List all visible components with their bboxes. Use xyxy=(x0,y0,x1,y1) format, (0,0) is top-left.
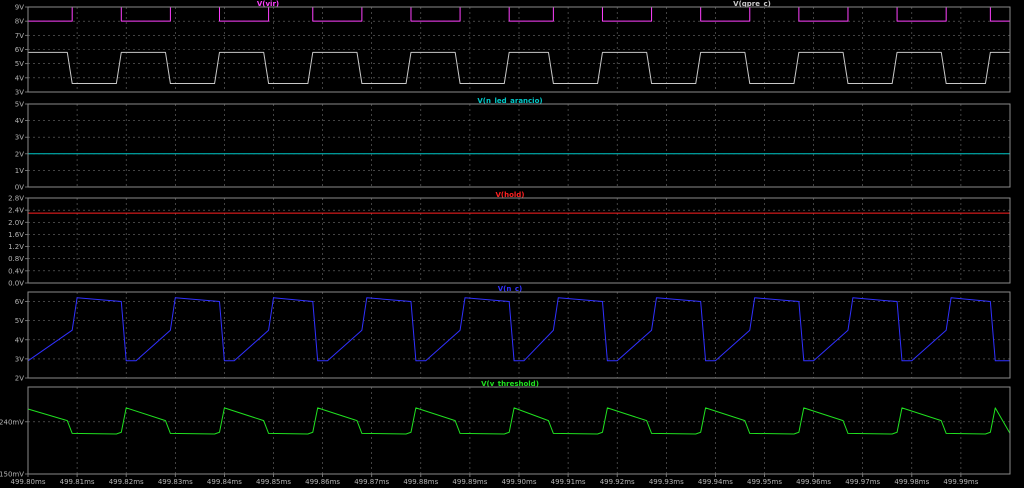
x-tick-label: 499.82ms xyxy=(109,478,144,486)
y-tick-label: 8V xyxy=(15,18,24,26)
y-tick-label: 7V xyxy=(15,32,24,40)
x-tick-label: 499.88ms xyxy=(403,478,438,486)
x-tick-label: 499.89ms xyxy=(452,478,487,486)
y-tick-label: 0.8V xyxy=(8,255,24,263)
trace-v-vir- xyxy=(28,6,1010,22)
y-tick-label: 5V xyxy=(15,101,24,109)
x-tick-label: 499.93ms xyxy=(649,478,684,486)
x-tick-label: 499.90ms xyxy=(502,478,537,486)
y-tick-label: 2.4V xyxy=(8,207,24,215)
x-tick-label: 499.85ms xyxy=(256,478,291,486)
y-tick-label: 3V xyxy=(15,134,24,142)
y-tick-label: 2V xyxy=(15,150,24,158)
y-tick-label: 9V xyxy=(15,4,24,12)
x-tick-label: 499.84ms xyxy=(207,478,242,486)
x-tick-label: 499.95ms xyxy=(747,478,782,486)
y-tick-label: 5V xyxy=(15,317,24,325)
y-tick-label: 0.0V xyxy=(8,280,24,288)
x-tick-label: 499.83ms xyxy=(158,478,193,486)
y-tick-label: 2.8V xyxy=(8,195,24,203)
x-tick-label: 499.87ms xyxy=(354,478,389,486)
x-tick-label: 499.91ms xyxy=(551,478,586,486)
x-tick-label: 499.86ms xyxy=(305,478,340,486)
y-tick-label: 2.0V xyxy=(8,219,24,227)
y-tick-label: 4V xyxy=(15,74,24,82)
plot-frame xyxy=(27,386,1011,475)
y-tick-label: 240mV xyxy=(0,418,24,426)
panel-3: 0.0V0.4V0.8V1.2V1.6V2.0V2.4V2.8V V(hold) xyxy=(8,191,1011,288)
plot-frame xyxy=(27,291,1011,379)
panel-1: 3V4V5V6V7V8V9V V(vir) V(qpre_c) xyxy=(15,0,1011,97)
panel-5: 150mV240mVV(v_threshold) xyxy=(0,380,1011,479)
x-axis: 499.80ms 499.81ms 499.82ms 499.83ms 499.84ms… xyxy=(11,474,979,486)
panel-2: 0V1V2V3V4V5V V(n_led_arancio) xyxy=(15,97,1011,192)
x-tick-label: 499.94ms xyxy=(698,478,733,486)
y-tick-label: 2V xyxy=(15,375,24,383)
y-tick-label: 1V xyxy=(15,167,24,175)
x-tick-label: 499.80ms xyxy=(11,478,46,486)
y-tick-label: 0.4V xyxy=(8,267,24,275)
x-tick-label: 499.97ms xyxy=(845,478,880,486)
plot-frame xyxy=(27,197,1011,284)
x-tick-label: 499.81ms xyxy=(60,478,95,486)
y-tick-label: 3V xyxy=(15,355,24,363)
trace-v-v-threshold- xyxy=(27,407,1011,435)
y-tick-label: 6V xyxy=(15,298,24,306)
x-tick-label: 499.99ms xyxy=(943,478,978,486)
y-tick-label: 5V xyxy=(15,60,24,68)
y-tick-label: 4V xyxy=(15,336,24,344)
y-tick-label: 1.2V xyxy=(8,243,24,251)
y-tick-label: 0V xyxy=(15,184,24,192)
y-tick-label: 4V xyxy=(15,117,24,125)
panel-4: 2V3V4V5V6VV(n_c) xyxy=(15,285,1011,383)
y-tick-label: 6V xyxy=(15,46,24,54)
x-tick-label: 499.98ms xyxy=(894,478,929,486)
y-tick-label: 3V xyxy=(15,89,24,97)
x-tick-label: 499.92ms xyxy=(600,478,635,486)
x-tick-label: 499.96ms xyxy=(796,478,831,486)
y-tick-label: 1.6V xyxy=(8,231,24,239)
waveform-viewer: 3V4V5V6V7V8V9V V(vir) V(qpre_c)0V1V2V3V4V5… xyxy=(0,0,1011,486)
